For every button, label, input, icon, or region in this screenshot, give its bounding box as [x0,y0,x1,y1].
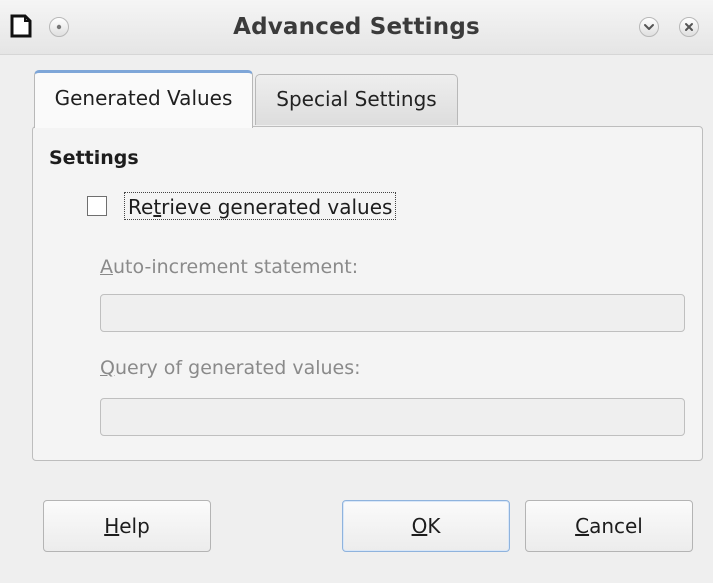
tab-generated-values[interactable]: Generated Values [34,70,253,128]
tab-bar: Generated Values Special Settings [34,70,464,128]
help-button-mnemonic: H [104,514,120,538]
ok-button-mnemonic: O [411,514,428,538]
title-bar[interactable]: Advanced Settings [0,0,713,55]
auto-increment-label: Auto-increment statement: [100,256,358,278]
retrieve-label-prefix: Re [128,195,154,219]
ok-button-suffix: K [427,514,441,538]
retrieve-label-mnemonic: t [153,195,162,219]
cancel-button-mnemonic: C [575,514,590,538]
window-title: Advanced Settings [233,14,480,40]
help-button[interactable]: Help [43,500,211,552]
chevron-down-icon[interactable] [639,17,659,37]
help-button-suffix: elp [119,514,150,538]
retrieve-generated-values-label[interactable]: Retrieve generated values [124,192,397,220]
auto-increment-statement-field[interactable] [100,294,685,332]
auto-increment-label-suffix: uto-increment statement: [113,256,359,278]
cancel-button[interactable]: Cancel [525,500,693,552]
tab-special-settings[interactable]: Special Settings [255,74,458,125]
section-title: Settings [49,147,139,169]
retrieve-generated-values-checkbox[interactable] [87,196,107,216]
query-generated-values-label: Query of generated values: [100,357,361,379]
settings-panel: Settings Retrieve generated values Auto-… [32,126,703,461]
query-label-mnemonic: Q [100,357,115,379]
auto-increment-label-mnemonic: A [100,256,113,278]
query-generated-values-field[interactable] [100,398,685,436]
ok-button[interactable]: OK [342,500,510,552]
close-icon[interactable] [679,17,699,37]
dialog-window: Advanced Settings Generated Values Speci… [0,0,713,583]
cancel-button-suffix: ancel [589,514,643,538]
query-label-suffix: uery of generated values: [114,357,361,379]
retrieve-label-suffix: rieve generated values [161,195,393,219]
